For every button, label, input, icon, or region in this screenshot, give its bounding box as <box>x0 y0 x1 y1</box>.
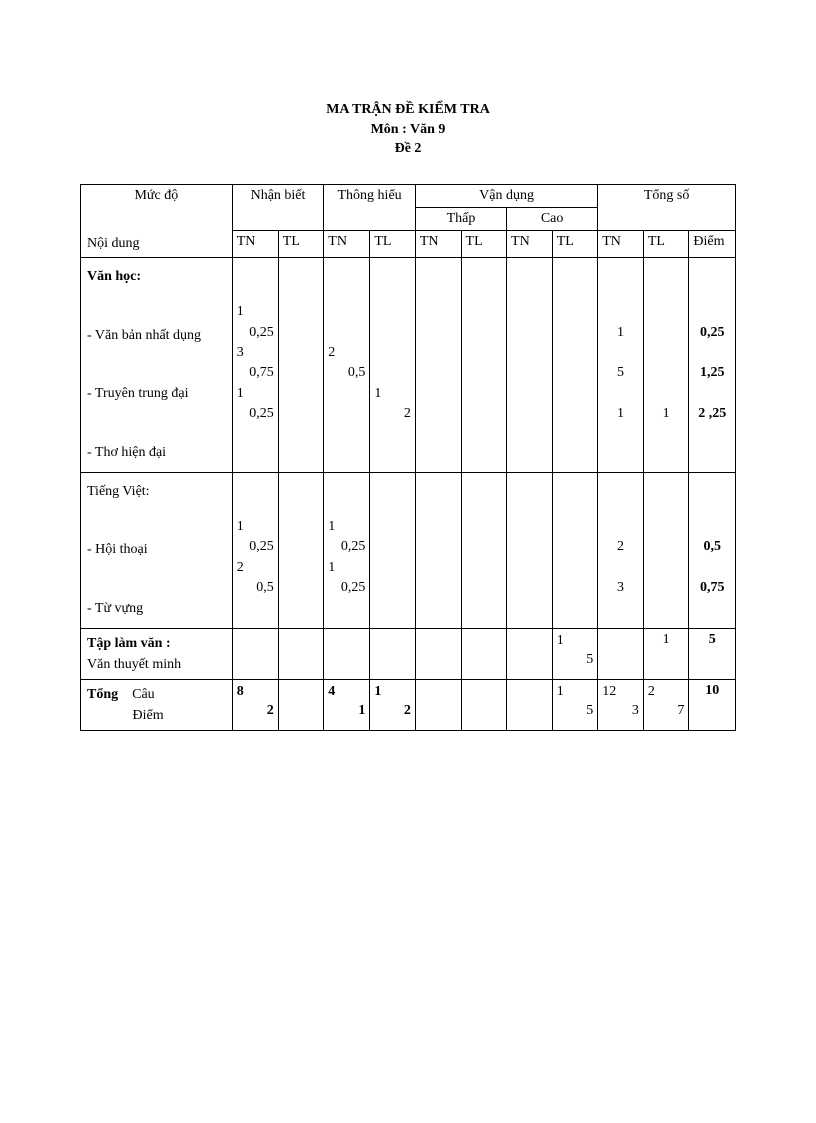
col-points: Điểm <box>689 231 736 258</box>
cell-nb-tn: 1 0,25 3 0,75 1 0,25 <box>232 257 278 472</box>
cell-low-tn <box>415 257 461 472</box>
cell-nb-tn: 1 0,25 2 0,5 <box>232 472 278 628</box>
cell-nb-tl <box>278 257 324 472</box>
col-tn: TN <box>232 231 278 258</box>
writing-block: Tập làm văn : Văn thuyết minh 1 5 1 5 <box>81 628 736 679</box>
title: MA TRẬN ĐỀ KIỂM TRA <box>80 100 736 120</box>
cell-tot-pts: 10 <box>689 679 736 730</box>
total-content: Tổng Câu Điểm <box>81 679 233 730</box>
cell-nb-tl <box>278 472 324 628</box>
vietnamese-content: Tiếng Việt: - Hội thoại - Từ vựng <box>81 472 233 628</box>
cell-th-tn: 4 1 <box>324 679 370 730</box>
cell-th-tl <box>370 472 416 628</box>
cell-high-tn <box>507 257 553 472</box>
title-block: MA TRẬN ĐỀ KIỂM TRA Môn : Văn 9 Đề 2 <box>80 100 736 159</box>
col-tl: TL <box>461 231 507 258</box>
cell-th-tl: 1 2 <box>370 679 416 730</box>
col-tl: TL <box>643 231 689 258</box>
apply-header: Vận dụng <box>415 184 597 207</box>
cell-high-tn <box>507 472 553 628</box>
writing-content: Tập làm văn : Văn thuyết minh <box>81 628 233 679</box>
cell-tot-tn: 2 3 <box>598 472 644 628</box>
grand-total-row: Tổng Câu Điểm 8 2 4 1 1 2 1 5 12 3 <box>81 679 736 730</box>
cell-tot-pts: 5 <box>689 628 736 679</box>
understand-header: Thông hiểu <box>324 184 416 230</box>
col-tn: TN <box>415 231 461 258</box>
level-header: Mức độ <box>81 184 233 230</box>
cell-tot-pts: 0,5 0,75 <box>689 472 736 628</box>
cell-low-tn <box>415 472 461 628</box>
cell-tot-tl: 2 7 <box>643 679 689 730</box>
cell-tot-tn: 1 5 1 <box>598 257 644 472</box>
cell-high-tl: 1 5 <box>552 679 598 730</box>
total-header: Tổng số <box>598 184 736 230</box>
vietnamese-block: Tiếng Việt: - Hội thoại - Từ vựng 1 0,25… <box>81 472 736 628</box>
cell-high-tl <box>552 472 598 628</box>
apply-low-header: Thấp <box>415 207 506 230</box>
content-header: Nội dung <box>81 231 233 258</box>
cell-high-tl <box>552 257 598 472</box>
col-tl: TL <box>370 231 416 258</box>
header-row-3: Nội dung TN TL TN TL TN TL TN TL TN TL Đ… <box>81 231 736 258</box>
header-row-1: Mức độ Nhận biết Thông hiểu Vận dụng Tổn… <box>81 184 736 207</box>
col-tl: TL <box>278 231 324 258</box>
literature-block: Văn học: - Văn bản nhất dụng - Truyên tr… <box>81 257 736 472</box>
col-tn: TN <box>598 231 644 258</box>
matrix-table: Mức độ Nhận biết Thông hiểu Vận dụng Tổn… <box>80 184 736 731</box>
cell-th-tn: 2 0,5 <box>324 257 370 472</box>
cell-low-tl <box>461 472 507 628</box>
cell-th-tl: 1 2 <box>370 257 416 472</box>
cell-tot-tn: 12 3 <box>598 679 644 730</box>
cell-high-tl: 1 5 <box>552 628 598 679</box>
literature-content: Văn học: - Văn bản nhất dụng - Truyên tr… <box>81 257 233 472</box>
recognize-header: Nhận biết <box>232 184 324 230</box>
col-tn: TN <box>324 231 370 258</box>
col-tl: TL <box>552 231 598 258</box>
cell-tot-pts: 0,25 1,25 2 ,25 <box>689 257 736 472</box>
cell-nb-tn: 8 2 <box>232 679 278 730</box>
subject: Môn : Văn 9 <box>80 120 736 140</box>
col-tn: TN <box>507 231 553 258</box>
cell-tot-tl <box>643 472 689 628</box>
apply-high-header: Cao <box>507 207 598 230</box>
cell-low-tl <box>461 257 507 472</box>
cell-tot-tl: 1 <box>643 628 689 679</box>
cell-th-tn: 1 0,25 1 0,25 <box>324 472 370 628</box>
cell-tot-tl: 1 <box>643 257 689 472</box>
exam-number: Đề 2 <box>80 139 736 159</box>
